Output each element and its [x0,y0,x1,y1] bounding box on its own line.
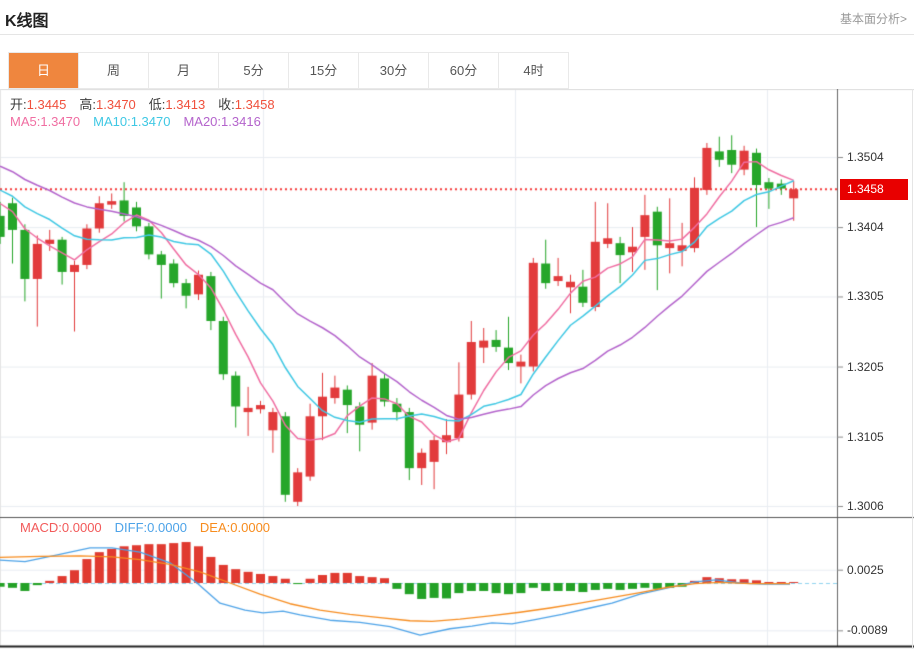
axis-label: 1.3404 [847,220,884,235]
axis-label: -0.0089 [847,623,888,638]
info-value: 1.3458 [234,97,275,112]
macd-info: MACD:0.0000 DIFF:0.0000 DEA:0.0000 [20,520,283,535]
info-value: 0.0000 [61,520,102,535]
tab-月[interactable]: 月 [149,53,219,88]
info-label: MACD: [20,520,62,535]
info-label: 高: [79,97,97,112]
info-label: DEA: [199,520,231,535]
axis-label: 0.0025 [847,562,884,577]
fundamental-analysis-link[interactable]: 基本面分析> [840,10,907,27]
info-value: 1.3413 [165,97,206,112]
axis-label: 1.3205 [847,359,884,374]
axis-label: 1.3504 [847,150,884,164]
title-divider [0,34,914,35]
axis-label: 1.3105 [847,429,884,444]
page-title: K线图 [5,13,49,30]
info-value: 1.3470 [96,97,136,112]
info-value: 1.3470 [130,114,171,129]
tab-5分[interactable]: 5分 [219,53,289,88]
tab-bar: 日周月 5分 15分 30分 60分 4时 [8,52,569,89]
info-label: 开: [10,97,27,112]
info-label: MA5: [10,114,41,129]
tab-4时[interactable]: 4时 [499,53,568,88]
tab-周[interactable]: 周 [79,53,149,88]
info-label: DIFF: [114,520,148,535]
panel-right-border [912,89,913,649]
tab-60分[interactable]: 60分 [429,53,499,88]
ohlc-info: 开:1.3445 高:1.3470 低:1.3413 收:1.3458 [10,94,288,113]
current-price-tag: 1.3458 [840,178,908,200]
kline-chart-area: 开:1.3445 高:1.3470 低:1.3413 收:1.3458 MA5:1.3… [0,89,914,649]
info-value: 1.3470 [40,114,81,129]
candlestick-chart-canvas[interactable] [0,89,914,649]
tab-15分[interactable]: 15分 [289,53,359,88]
info-value: 0.0000 [230,520,271,535]
info-value: 1.3416 [221,114,261,129]
ma-info: MA5:1.3470 MA10:1.3470 MA20:1.3416 [10,114,274,129]
axis-label: 1.3006 [847,498,884,513]
info-value: 0.0000 [147,520,187,535]
info-value: 1.3445 [26,97,67,112]
info-label: 低: [148,97,166,112]
info-label: 收: [218,97,235,112]
info-label: MA20: [183,114,222,129]
axis-label: 1.3305 [847,289,884,304]
tab-日[interactable]: 日 [9,53,79,88]
info-label: MA10: [93,114,131,129]
tab-30分[interactable]: 30分 [359,53,429,88]
